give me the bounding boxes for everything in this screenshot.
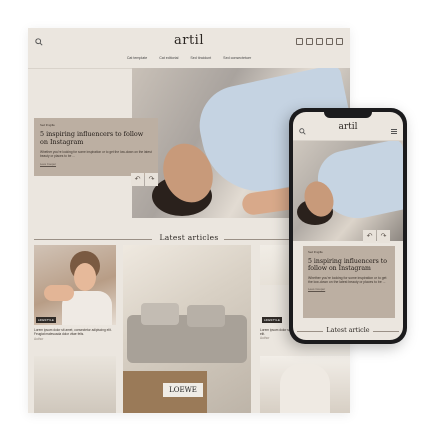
prev-arrow-icon[interactable]: ↶	[363, 230, 376, 243]
mobile-logo[interactable]: artil	[293, 122, 403, 132]
category-badge[interactable]: LIFESTYLE	[262, 317, 282, 323]
hero-category[interactable]: Sed fringilla	[40, 123, 152, 127]
article-image[interactable]	[34, 356, 116, 413]
facebook-icon[interactable]	[326, 38, 333, 45]
phone-screen: artil ↶ ↷ Sed fringilla 5 inspiring infl…	[293, 112, 403, 340]
article-author: Author	[34, 337, 44, 341]
next-arrow-icon[interactable]: ↷	[145, 173, 158, 186]
prev-arrow-icon[interactable]: ↶	[131, 173, 144, 186]
instagram-icon[interactable]	[296, 38, 303, 45]
article-image[interactable]: LIFESTYLE	[34, 245, 116, 325]
article-image[interactable]	[260, 356, 350, 413]
hero-read-more[interactable]: Lees Cooper	[40, 162, 152, 166]
menu-icon[interactable]	[391, 129, 397, 134]
main-nav: Cat template Cat editorial Sed tincidunt…	[28, 56, 350, 60]
nav-item[interactable]: Sed consectetuer	[223, 56, 251, 60]
mobile-hero-excerpt: Whether you're looking for some inspirat…	[308, 275, 387, 285]
article-text[interactable]: Lorem ipsum dolor sit amet, consectetur …	[34, 328, 114, 341]
mobile-header: artil	[293, 120, 403, 142]
nav-item[interactable]: Cat editorial	[159, 56, 178, 60]
nav-item[interactable]: Sed tincidunt	[190, 56, 211, 60]
mobile-hero-read-more[interactable]: Lees Cooper	[308, 287, 390, 291]
next-arrow-icon[interactable]: ↷	[377, 230, 390, 243]
book-cover-text: LOEWE	[163, 383, 203, 397]
mobile-hero-title[interactable]: 5 inspiring influencers to follow on Ins…	[308, 258, 390, 273]
hero-card[interactable]: Sed fringilla 5 inspiring influencers to…	[34, 118, 158, 176]
nav-item[interactable]: Cat template	[127, 56, 147, 60]
hero-excerpt: Whether you're looking for some inspirat…	[40, 150, 152, 159]
twitter-icon[interactable]	[316, 38, 323, 45]
article-image[interactable]: LOEWE	[123, 245, 251, 413]
hero-title[interactable]: 5 inspiring influencers to follow on Ins…	[40, 130, 152, 146]
mobile-hero-image[interactable]	[293, 141, 403, 241]
mobile-hero-arrows: ↶ ↷	[363, 230, 390, 243]
site-header: artil Cat template Cat editorial Sed tin…	[28, 28, 350, 68]
mobile-hero-card[interactable]: Sed fringilla 5 inspiring influencers to…	[303, 246, 395, 318]
mobile-latest-heading: Latest article	[293, 326, 403, 336]
phone-notch	[324, 112, 372, 118]
article-excerpt[interactable]: Lorem ipsum dolor sit amet, consectetur …	[34, 328, 114, 336]
hero-arrows: ↶ ↷	[131, 173, 158, 186]
social-icons	[296, 38, 343, 45]
linkedin-icon[interactable]	[336, 38, 343, 45]
pinterest-icon[interactable]	[306, 38, 313, 45]
mobile-hero-category[interactable]: Sed fringilla	[308, 250, 390, 254]
category-badge[interactable]: LIFESTYLE	[36, 317, 56, 323]
phone-mockup: artil ↶ ↷ Sed fringilla 5 inspiring infl…	[289, 108, 407, 344]
mobile-latest-title: Latest article	[326, 326, 370, 334]
